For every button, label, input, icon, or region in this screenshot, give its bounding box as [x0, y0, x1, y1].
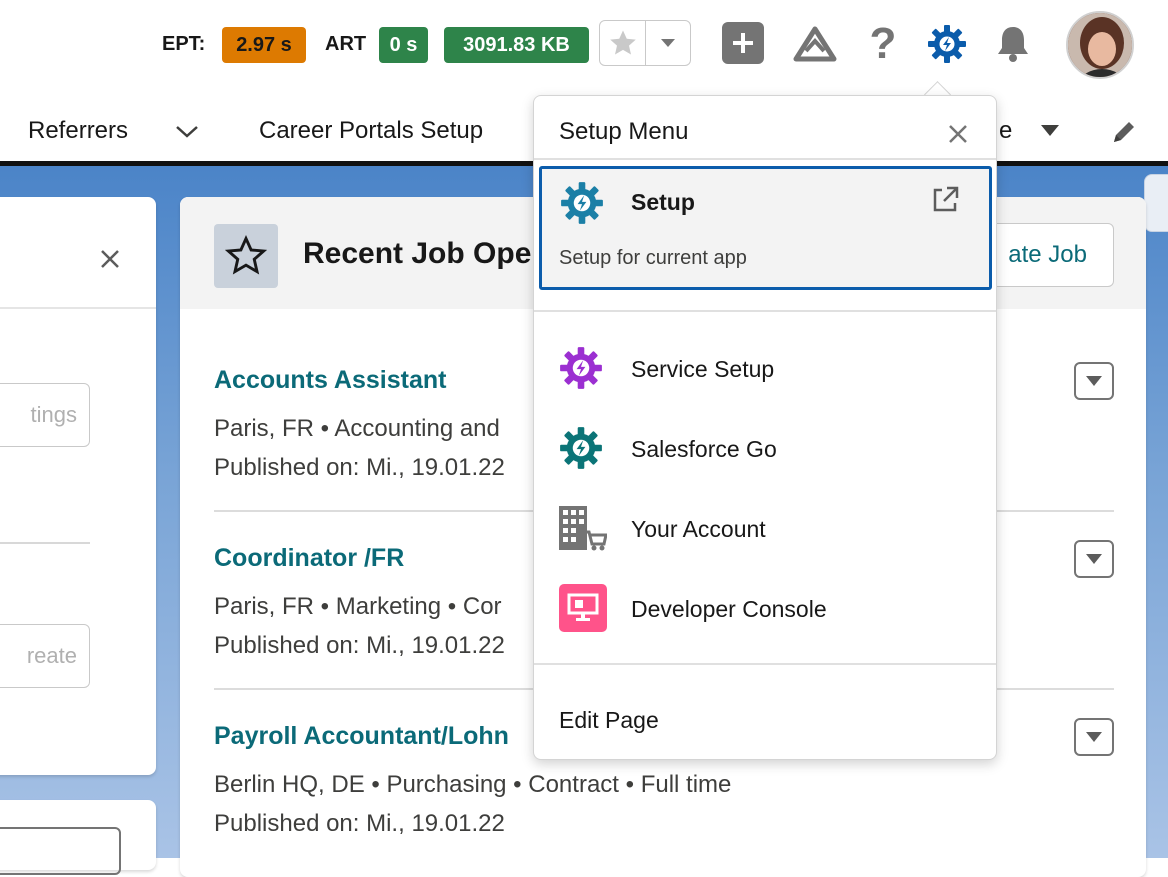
star-icon	[609, 30, 636, 55]
create-button[interactable]: reate	[0, 624, 90, 688]
menu-section-divider	[534, 310, 996, 312]
left-filter-card: tings reate	[0, 197, 156, 775]
ept-label: EPT:	[162, 33, 206, 55]
art-value-badge: 0 s	[379, 27, 428, 63]
setup-gear-icon	[561, 182, 603, 224]
menu-item-label: Salesforce Go	[631, 436, 777, 462]
favorite-star-button[interactable]	[600, 21, 646, 65]
nav-item-partial[interactable]: e	[999, 117, 1012, 145]
trailhead-button[interactable]	[790, 22, 840, 68]
close-menu-button[interactable]	[944, 120, 972, 148]
notifications-button[interactable]	[990, 20, 1036, 68]
pencil-icon	[1114, 122, 1134, 142]
page-size-badge: 3091.83 KB	[444, 27, 589, 63]
job-row-actions-button[interactable]	[1074, 362, 1114, 400]
menu-item-label: Service Setup	[631, 356, 775, 382]
monitor-icon	[559, 584, 607, 632]
setup-item-description: Setup for current app	[559, 247, 747, 269]
job-published-date: Published on: Mi., 19.01.22	[214, 632, 505, 659]
art-label: ART	[325, 33, 367, 55]
job-meta: Paris, FR • Accounting and	[214, 415, 500, 442]
chevron-down-icon	[661, 39, 675, 47]
setup-gear-icon	[928, 25, 966, 63]
job-title-link[interactable]: Accounts Assistant	[214, 366, 446, 395]
left-lower-card	[0, 800, 156, 875]
chevron-down-icon	[176, 126, 198, 138]
job-row-actions-button[interactable]	[1074, 540, 1114, 578]
menu-item-edit-page[interactable]: Edit Page	[559, 707, 659, 734]
picklist-field[interactable]	[0, 827, 121, 875]
ept-value-badge: 2.97 s	[222, 27, 306, 63]
favorites-list-button[interactable]	[646, 21, 690, 65]
plus-icon	[733, 33, 753, 53]
job-meta: Paris, FR • Marketing • Cor	[214, 593, 502, 620]
job-published-date: Published on: Mi., 19.01.22	[214, 810, 505, 837]
close-icon	[101, 250, 119, 268]
nav-item-career-portals-setup[interactable]: Career Portals Setup	[259, 117, 483, 145]
card-divider	[0, 307, 156, 309]
nav-item-referrers[interactable]: Referrers	[28, 117, 128, 145]
section-divider	[0, 542, 90, 544]
menu-item-developer-console[interactable]: Developer Console	[534, 576, 996, 642]
referrers-menu-button[interactable]	[174, 122, 200, 142]
menu-item-service-setup[interactable]: Service Setup	[534, 336, 996, 402]
building-cart-icon	[559, 506, 607, 551]
setup-menu-dropdown: Setup Menu Setup Setup for current app S…	[533, 95, 997, 760]
more-nav-button[interactable]	[1038, 122, 1062, 140]
menu-item-salesforce-go[interactable]: Salesforce Go	[534, 416, 996, 482]
settings-button[interactable]: tings	[0, 383, 90, 447]
menu-header-divider	[534, 158, 996, 160]
menu-footer-divider	[534, 663, 996, 665]
trailhead-mountain-icon	[793, 26, 837, 62]
caret-down-icon	[1086, 376, 1102, 386]
caret-down-icon	[1086, 732, 1102, 742]
card-star-icon	[214, 224, 278, 288]
global-actions-button[interactable]	[722, 22, 764, 64]
star-outline-icon	[224, 235, 268, 275]
setup-menu-title: Setup Menu	[559, 118, 689, 145]
favorites-control	[599, 20, 691, 66]
close-icon	[949, 125, 967, 143]
utility-tab-handle[interactable]	[1144, 174, 1168, 232]
setup-gear-button[interactable]	[925, 22, 969, 66]
create-job-button[interactable]: ate Job	[988, 223, 1114, 287]
job-title-link[interactable]: Payroll Accountant/Lohn	[214, 722, 509, 751]
bell-icon	[998, 27, 1028, 62]
help-question-icon[interactable]: ?	[864, 19, 902, 68]
card-title: Recent Job Ope	[303, 237, 532, 270]
menu-item-label: Developer Console	[631, 596, 827, 622]
job-row-actions-button[interactable]	[1074, 718, 1114, 756]
salesforce-go-gear-icon	[560, 427, 602, 469]
caret-down-icon	[1041, 125, 1059, 136]
close-panel-button[interactable]	[96, 245, 124, 273]
job-published-date: Published on: Mi., 19.01.22	[214, 454, 505, 481]
edit-nav-button[interactable]	[1108, 116, 1140, 148]
user-avatar[interactable]	[1066, 11, 1134, 79]
job-meta: Berlin HQ, DE • Purchasing • Contract • …	[214, 771, 732, 798]
open-in-new-window-icon	[933, 186, 959, 212]
menu-item-your-account[interactable]: Your Account	[534, 496, 996, 562]
setup-featured-item[interactable]: Setup Setup for current app	[539, 166, 992, 290]
menu-item-label: Your Account	[631, 516, 766, 542]
job-title-link[interactable]: Coordinator /FR	[214, 544, 404, 573]
service-setup-gear-icon	[560, 347, 602, 389]
caret-down-icon	[1086, 554, 1102, 564]
setup-item-label: Setup	[631, 189, 695, 215]
